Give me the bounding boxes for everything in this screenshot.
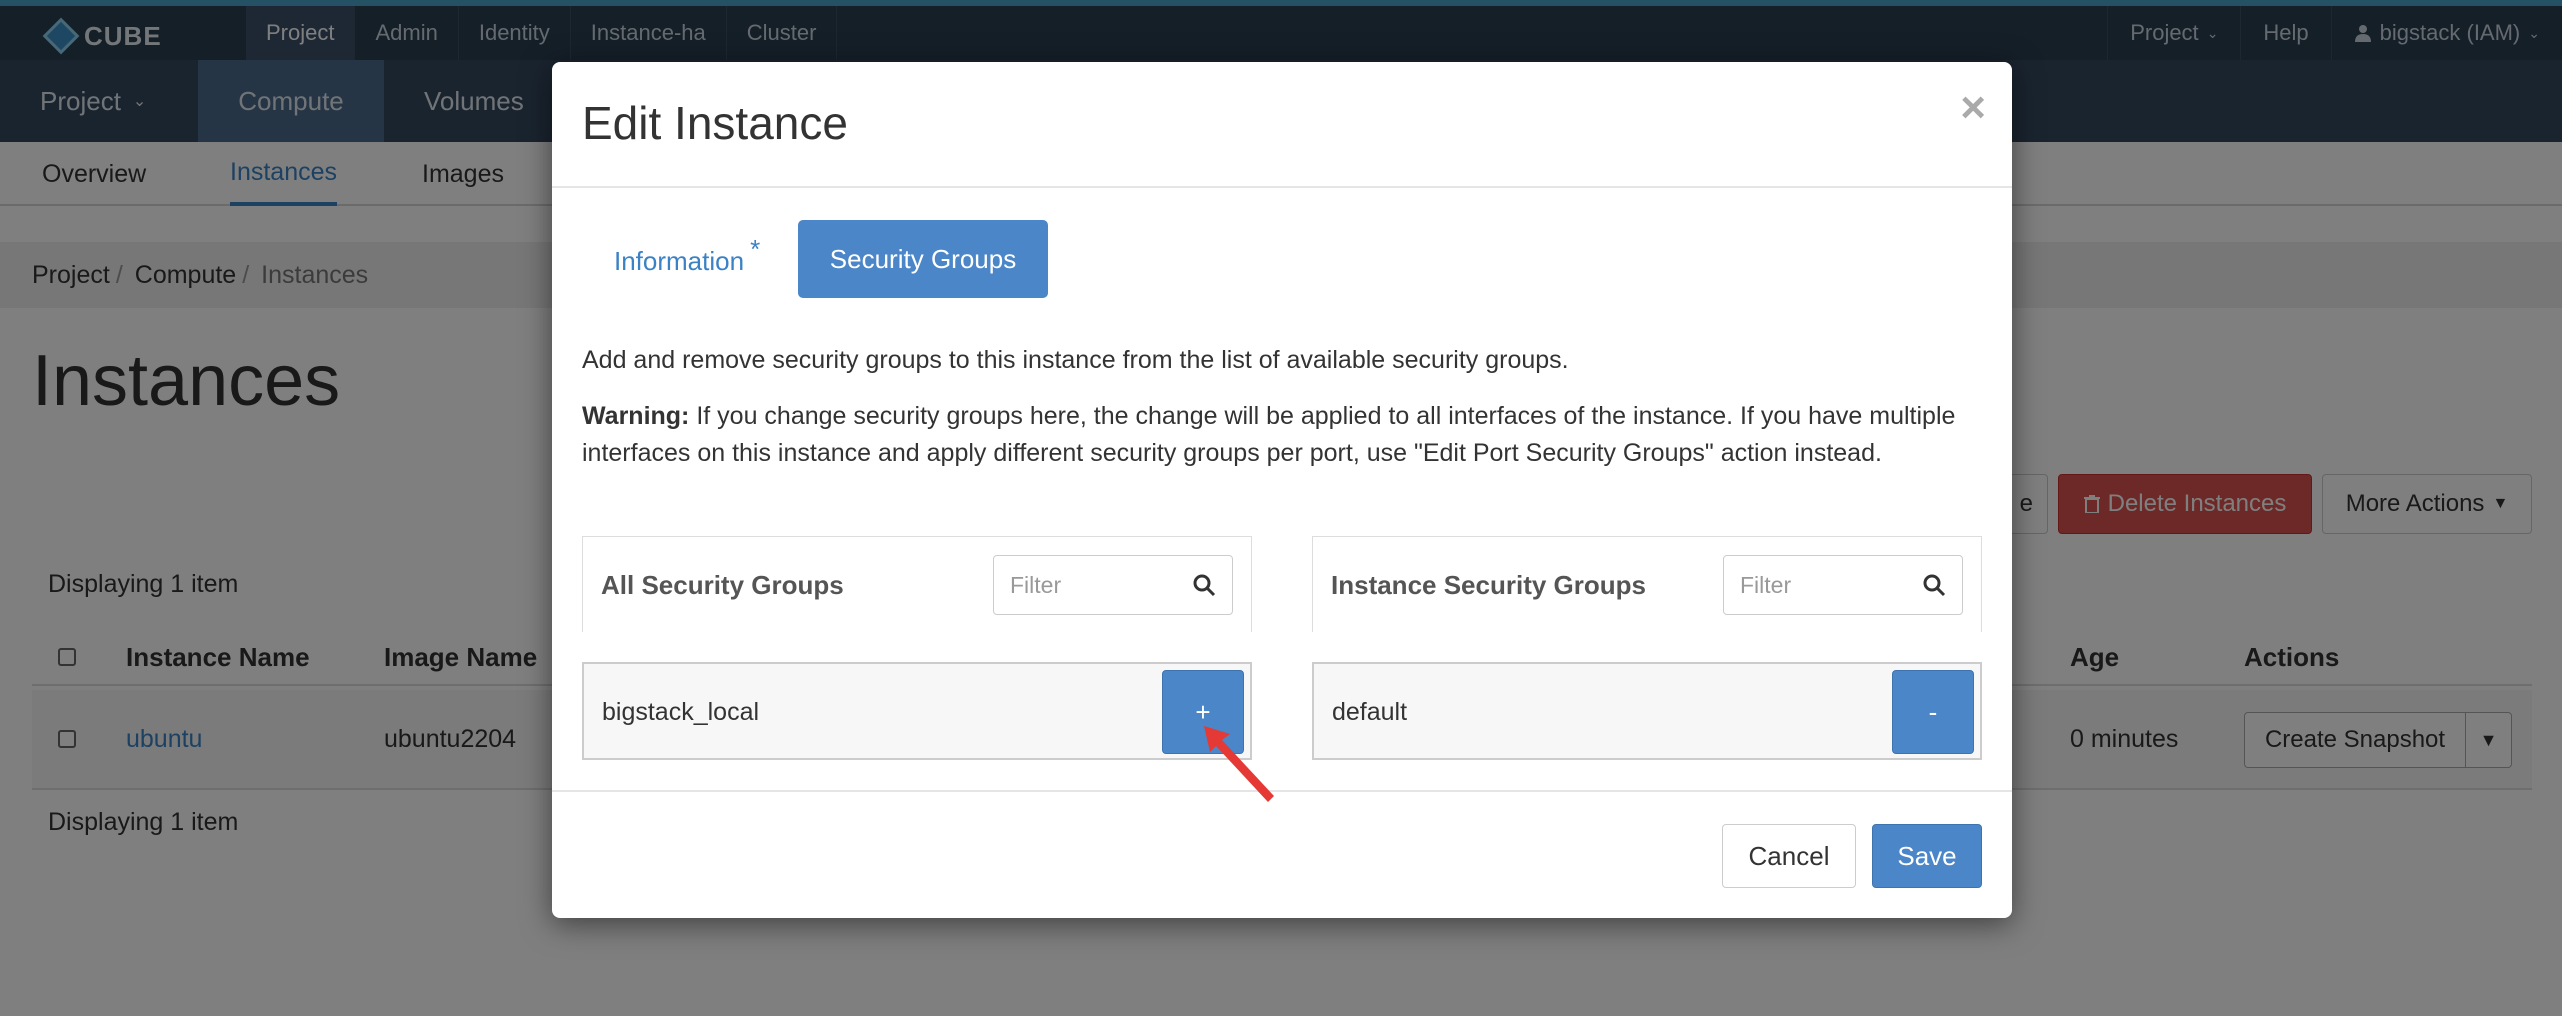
all-security-groups-panel: All Security Groups Filter bigstack_loca… bbox=[582, 536, 1252, 760]
tab-information-label: Information bbox=[614, 246, 745, 276]
all-security-groups-title: All Security Groups bbox=[601, 569, 844, 600]
instance-groups-filter-input[interactable]: Filter bbox=[1723, 555, 1963, 615]
instance-security-groups-panel: Instance Security Groups Filter default … bbox=[1312, 536, 1982, 760]
warning-label: Warning: bbox=[582, 402, 690, 430]
modal-description: Add and remove security groups to this i… bbox=[582, 346, 1569, 374]
required-marker: * bbox=[750, 234, 761, 264]
security-group-name: default bbox=[1332, 697, 1408, 726]
list-item: bigstack_local + bbox=[582, 662, 1252, 760]
instance-security-groups-title: Instance Security Groups bbox=[1331, 569, 1646, 600]
pointer-arrow-icon bbox=[1204, 726, 1274, 802]
filter-placeholder: Filter bbox=[1740, 571, 1792, 598]
modal-header: Edit Instance × bbox=[552, 62, 2012, 188]
modal-footer: Cancel Save bbox=[552, 790, 2012, 918]
security-group-name: bigstack_local bbox=[602, 697, 760, 726]
tab-security-groups[interactable]: Security Groups bbox=[798, 220, 1048, 298]
list-item: default - bbox=[1312, 662, 1982, 760]
modal-title: Edit Instance bbox=[582, 97, 848, 149]
save-button[interactable]: Save bbox=[1872, 824, 1982, 888]
all-security-groups-header: All Security Groups Filter bbox=[582, 536, 1252, 632]
filter-placeholder: Filter bbox=[1010, 571, 1062, 598]
edit-instance-modal: Edit Instance × Information * Security G… bbox=[552, 62, 2012, 918]
search-icon bbox=[1193, 574, 1216, 597]
remove-security-group-button[interactable]: - bbox=[1892, 670, 1974, 754]
warning-message: Warning: If you change security groups h… bbox=[582, 398, 1982, 472]
search-icon bbox=[1923, 574, 1946, 597]
warning-text: If you change security groups here, the … bbox=[582, 402, 1956, 467]
all-groups-filter-input[interactable]: Filter bbox=[993, 555, 1233, 615]
cancel-button[interactable]: Cancel bbox=[1722, 824, 1856, 888]
tab-information[interactable]: Information * bbox=[614, 234, 761, 277]
close-icon[interactable]: × bbox=[1960, 86, 1986, 130]
instance-security-groups-header: Instance Security Groups Filter bbox=[1312, 536, 1982, 632]
